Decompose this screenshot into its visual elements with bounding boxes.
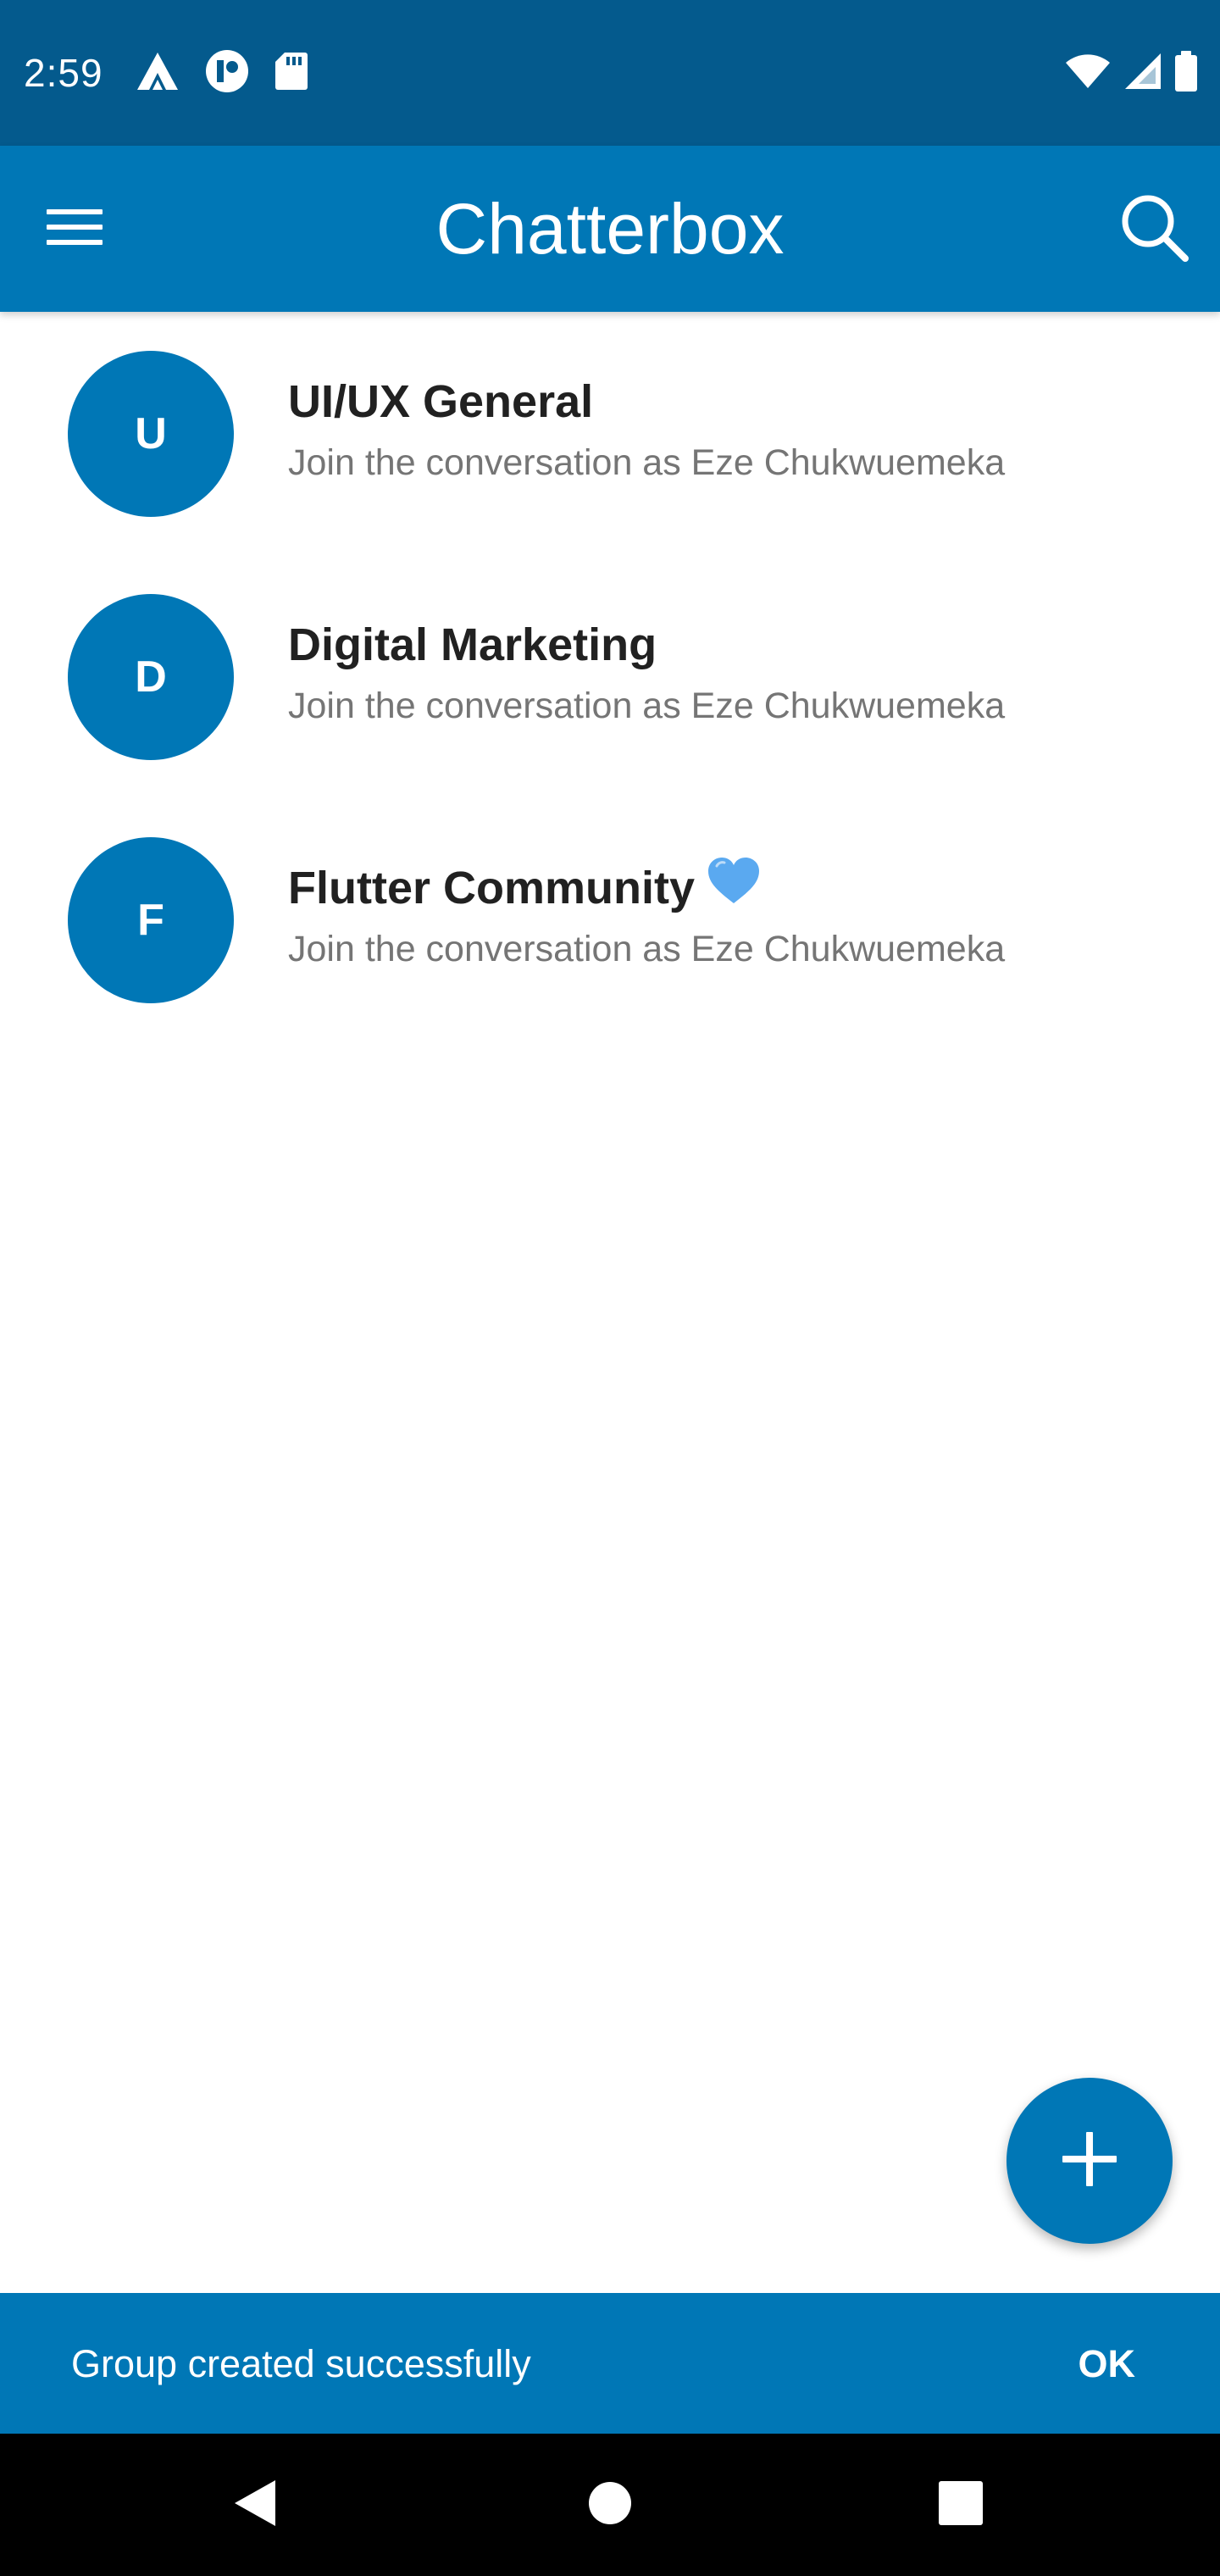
group-name-row: Flutter Community <box>288 856 761 919</box>
nav-back-button[interactable] <box>214 2464 296 2545</box>
status-system-icons <box>1064 49 1198 97</box>
menu-button[interactable] <box>34 188 115 269</box>
hamburger-menu-icon <box>47 207 103 252</box>
group-avatar: D <box>68 594 234 760</box>
group-avatar: F <box>68 837 234 1003</box>
app-bar: Chatterbox <box>0 146 1220 312</box>
group-avatar: U <box>68 351 234 517</box>
sd-card-icon <box>274 51 308 96</box>
search-button[interactable] <box>1105 180 1203 278</box>
group-subtitle: Join the conversation as Eze Chukwuemeka <box>288 686 1006 726</box>
group-subtitle: Join the conversation as Eze Chukwuemeka <box>288 442 1006 483</box>
recents-icon <box>938 2480 984 2530</box>
group-list-item[interactable]: D Digital Marketing Join the conversatio… <box>0 555 1220 798</box>
group-list-item[interactable]: U UI/UX General Join the conversation as… <box>0 312 1220 555</box>
status-bar: 2:59 <box>0 0 1220 146</box>
group-list: U UI/UX General Join the conversation as… <box>0 312 1220 1041</box>
group-name: Digital Marketing <box>288 619 657 670</box>
cellular-signal-icon <box>1123 52 1162 95</box>
home-icon <box>588 2481 632 2529</box>
status-notification-icons <box>136 49 308 97</box>
group-list-item[interactable]: F Flutter Community Join the conversatio… <box>0 798 1220 1041</box>
snackbar-message: Group created successfully <box>71 2342 531 2385</box>
snackbar-ok-button[interactable]: OK <box>1079 2339 1136 2390</box>
app-notification-icon <box>136 51 180 96</box>
blue-heart-icon <box>707 856 761 919</box>
create-group-button[interactable] <box>1006 2078 1173 2244</box>
group-subtitle: Join the conversation as Eze Chukwuemeka <box>288 929 1006 969</box>
search-icon <box>1119 192 1189 266</box>
group-name: UI/UX General <box>288 376 594 427</box>
app-title: Chatterbox <box>435 189 785 269</box>
battery-icon <box>1174 50 1198 97</box>
system-nav-bar <box>0 2434 1220 2576</box>
plus-icon <box>1061 2130 1118 2192</box>
group-name: Flutter Community <box>288 863 695 913</box>
back-icon <box>233 2479 277 2532</box>
status-time: 2:59 <box>24 51 103 95</box>
wifi-icon <box>1064 53 1112 94</box>
nav-home-button[interactable] <box>569 2464 651 2545</box>
snackbar: Group created successfully OK <box>0 2293 1220 2434</box>
nav-recents-button[interactable] <box>920 2464 1001 2545</box>
app-badge-icon <box>205 49 249 97</box>
